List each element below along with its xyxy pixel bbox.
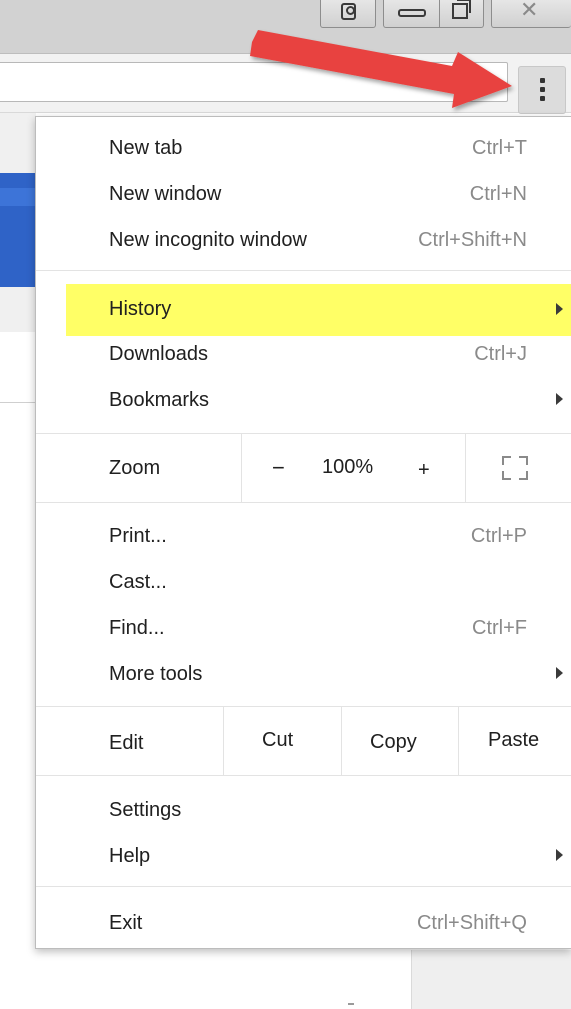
close-button[interactable]: ✕ bbox=[491, 0, 571, 28]
edit-label: Edit bbox=[109, 732, 144, 754]
zoom-level-value: 100% bbox=[322, 456, 374, 478]
menu-item-label: Help bbox=[109, 845, 151, 867]
menu-item-find[interactable]: Find... Ctrl+F bbox=[36, 606, 571, 650]
restore-button[interactable] bbox=[439, 0, 484, 28]
menu-item-new-incognito-window[interactable]: New incognito window Ctrl+Shift+N bbox=[36, 218, 571, 262]
menu-item-shortcut: Ctrl+Shift+N bbox=[418, 229, 527, 251]
submenu-arrow-icon bbox=[556, 667, 563, 679]
menu-item-label: New incognito window bbox=[109, 229, 307, 251]
menu-item-label: Find... bbox=[109, 617, 165, 639]
chrome-dropdown-menu: New tab Ctrl+T New window Ctrl+N New inc… bbox=[35, 116, 571, 949]
minimize-icon bbox=[398, 9, 426, 17]
title-bar: ✕ bbox=[0, 0, 571, 54]
menu-item-shortcut: Ctrl+J bbox=[474, 343, 527, 365]
star-icon[interactable]: ★ bbox=[472, 70, 490, 94]
page-grey-strip bbox=[0, 287, 36, 332]
menu-item-label: New tab bbox=[109, 137, 183, 159]
submenu-arrow-icon bbox=[556, 849, 563, 861]
menu-separator bbox=[36, 502, 571, 503]
menu-item-print[interactable]: Print... Ctrl+P bbox=[36, 514, 571, 558]
fullscreen-icon[interactable] bbox=[502, 456, 528, 480]
submenu-arrow-icon bbox=[556, 393, 563, 405]
menu-item-label: History bbox=[109, 298, 172, 320]
address-bar[interactable]: ★ bbox=[0, 62, 508, 102]
restore-icon bbox=[452, 0, 471, 19]
menu-item-exit[interactable]: Exit Ctrl+Shift+Q bbox=[36, 901, 571, 945]
menu-item-label: Bookmarks bbox=[109, 389, 210, 411]
zoom-in-button[interactable]: + bbox=[418, 434, 430, 502]
menu-item-new-tab[interactable]: New tab Ctrl+T bbox=[36, 126, 571, 170]
menu-item-shortcut: Ctrl+N bbox=[469, 183, 527, 205]
menu-item-label: Settings bbox=[109, 799, 182, 821]
menu-item-label: Cast... bbox=[109, 571, 167, 593]
menu-separator bbox=[36, 775, 571, 776]
menu-separator bbox=[36, 886, 571, 887]
close-icon: ✕ bbox=[520, 0, 539, 23]
zoom-row: Zoom − 100% + bbox=[36, 434, 571, 502]
page-header-strip bbox=[0, 113, 36, 173]
browser-toolbar: ★ bbox=[0, 54, 571, 114]
menu-item-shortcut: Ctrl+Shift+Q bbox=[416, 912, 527, 934]
menu-item-settings[interactable]: Settings bbox=[36, 788, 571, 832]
menu-item-shortcut: Ctrl+P bbox=[470, 525, 527, 547]
menu-item-downloads[interactable]: Downloads Ctrl+J bbox=[36, 332, 571, 376]
zoom-out-button[interactable]: − bbox=[272, 434, 285, 502]
copy-button[interactable]: Copy bbox=[370, 707, 417, 775]
minimize-button[interactable] bbox=[383, 0, 439, 28]
menu-item-shortcut: Ctrl+T bbox=[472, 137, 527, 159]
menu-item-help[interactable]: Help bbox=[36, 834, 571, 878]
zoom-label: Zoom bbox=[109, 457, 161, 479]
page-divider bbox=[0, 402, 36, 403]
submenu-arrow-icon bbox=[556, 303, 563, 315]
menu-item-bookmarks[interactable]: Bookmarks bbox=[36, 378, 571, 422]
menu-item-label: Exit bbox=[109, 912, 143, 934]
chrome-menu-button[interactable] bbox=[518, 66, 566, 114]
profile-icon bbox=[341, 3, 356, 20]
menu-item-label: New window bbox=[109, 183, 222, 205]
menu-item-shortcut: Ctrl+F bbox=[472, 617, 527, 639]
menu-item-more-tools[interactable]: More tools bbox=[36, 652, 571, 696]
menu-item-label: More tools bbox=[109, 663, 203, 685]
page-speck bbox=[348, 1003, 354, 1005]
menu-item-cast[interactable]: Cast... bbox=[36, 560, 571, 604]
menu-separator bbox=[36, 270, 571, 271]
paste-button[interactable]: Paste bbox=[488, 707, 539, 775]
menu-item-label: Downloads bbox=[109, 343, 208, 365]
page-side-panel bbox=[411, 950, 571, 1009]
menu-item-new-window[interactable]: New window Ctrl+N bbox=[36, 172, 571, 216]
cut-button[interactable]: Cut bbox=[262, 707, 293, 775]
menu-item-history[interactable]: History bbox=[66, 284, 571, 336]
three-dot-menu-icon bbox=[540, 78, 545, 83]
profile-button[interactable] bbox=[320, 0, 376, 28]
page-blue-banner-highlight bbox=[0, 188, 36, 206]
edit-row: Edit Cut Copy Paste bbox=[36, 707, 571, 775]
menu-item-label: Print... bbox=[109, 525, 167, 547]
